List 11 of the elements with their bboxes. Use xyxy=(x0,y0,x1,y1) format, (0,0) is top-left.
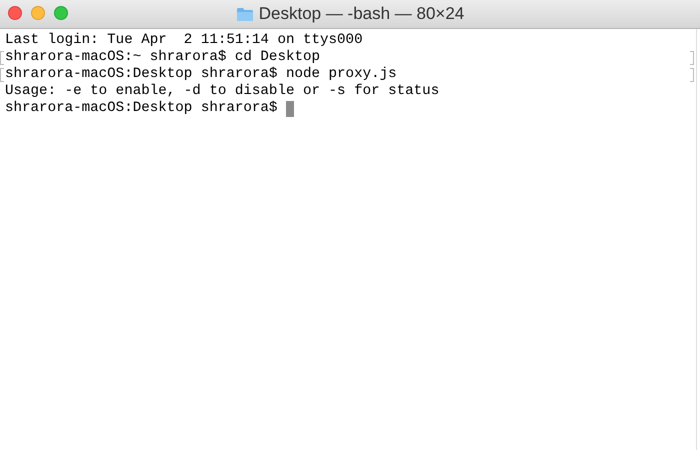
terminal-line: shrarora-macOS:Desktop shrarora$ node proxy.js xyxy=(5,66,397,83)
terminal-line: shrarora-macOS:Desktop shrarora$ xyxy=(5,100,278,117)
terminal-line: Last login: Tue Apr 2 11:51:14 on ttys000 xyxy=(5,32,363,49)
terminal-line: shrarora-macOS:~ shrarora$ cd Desktop xyxy=(5,49,320,66)
close-button[interactable] xyxy=(8,6,22,20)
terminal-line: Usage: -e to enable, -d to disable or -s for status xyxy=(5,83,440,100)
folder-icon xyxy=(236,6,254,22)
scroll-bar[interactable] xyxy=(696,29,697,450)
minimize-button[interactable] xyxy=(31,6,45,20)
zoom-button[interactable] xyxy=(54,6,68,20)
window-title: Desktop — -bash — 80×24 xyxy=(258,4,464,24)
